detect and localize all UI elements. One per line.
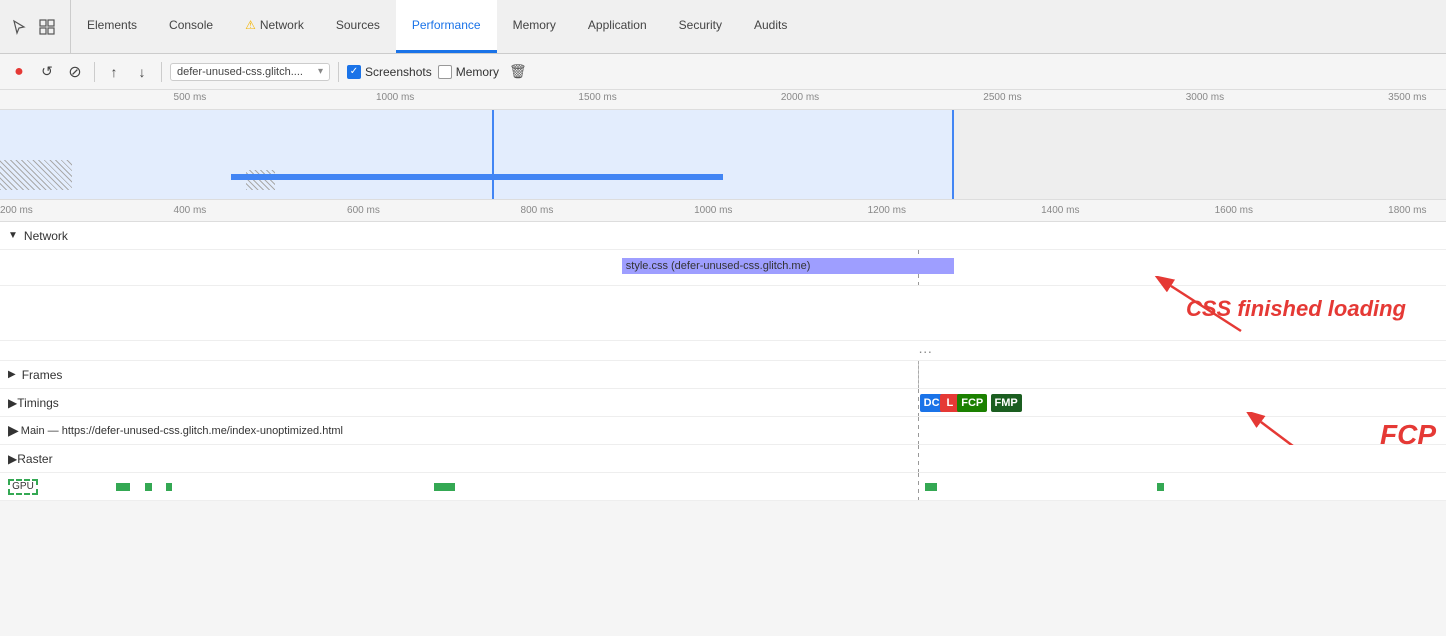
gpu-label-box: GPU: [8, 479, 38, 495]
cpu-activity-2: [246, 170, 275, 190]
tab-performance[interactable]: Performance: [396, 0, 497, 53]
gpu-bar-1: [116, 483, 130, 491]
timings-vline: [918, 389, 919, 416]
stop-button[interactable]: ⊘: [64, 61, 86, 83]
top-nav: Elements Console ⚠ Network Sources Perfo…: [0, 0, 1446, 54]
tab-elements[interactable]: Elements: [71, 0, 153, 53]
timings-row[interactable]: ▶ Timings DCL L FCP FMP: [0, 389, 1446, 417]
tab-application[interactable]: Application: [572, 0, 663, 53]
dropdown-chevron-icon: ▾: [318, 66, 323, 77]
main-row[interactable]: ▶ Main — https://defer-unused-css.glitch…: [0, 417, 1446, 445]
download-button[interactable]: ↓: [131, 61, 153, 83]
frames-triangle: ▶: [8, 369, 16, 380]
trash-button[interactable]: 🗑: [509, 63, 527, 80]
ellipsis-text: ···: [918, 343, 932, 359]
reload-button[interactable]: ↺: [36, 61, 58, 83]
screenshots-checkbox[interactable]: ✓: [347, 65, 361, 79]
screenshots-checkbox-label[interactable]: ✓ Screenshots: [347, 65, 432, 79]
timings-triangle: ▶: [8, 396, 17, 410]
toolbar: ● ↺ ⊘ ↑ ↓ defer-unused-css.glitch.... ▾ …: [0, 54, 1446, 90]
ruler-mark-3000: 3000 ms: [1186, 92, 1224, 103]
detail-ruler: 200 ms 400 ms 600 ms 800 ms 1000 ms 1200…: [0, 200, 1446, 222]
tab-console[interactable]: Console: [153, 0, 229, 53]
separator-2: [161, 62, 162, 82]
detail-mark-1800: 1800 ms: [1388, 205, 1426, 216]
css-bar[interactable]: style.css (defer-unused-css.glitch.me): [622, 258, 955, 274]
css-finished-loading-text: CSS finished loading: [1186, 296, 1406, 322]
network-section-header[interactable]: ▼ Network: [0, 222, 1446, 250]
gpu-bar-6: [1157, 483, 1164, 491]
ruler-mark-3500: 3500 ms: [1388, 92, 1426, 103]
detail-mark-1600: 1600 ms: [1215, 205, 1253, 216]
timeline-ruler-top: 500 ms 1000 ms 1500 ms 2000 ms 2500 ms 3…: [0, 90, 1446, 110]
main-vline: [918, 417, 919, 444]
ruler-mark-1000: 1000 ms: [376, 92, 414, 103]
detail-mark-1400: 1400 ms: [1041, 205, 1079, 216]
tab-memory[interactable]: Memory: [497, 0, 572, 53]
detail-mark-400: 400 ms: [174, 205, 207, 216]
tab-sources[interactable]: Sources: [320, 0, 396, 53]
memory-checkbox-label[interactable]: Memory: [438, 65, 499, 79]
detail-area: ▼ Network style.css (defer-unused-css.gl…: [0, 222, 1446, 501]
record-button[interactable]: ●: [8, 61, 30, 83]
raster-vline: [918, 445, 919, 472]
gpu-bar-5: [925, 483, 937, 491]
timeline-unselected: [954, 110, 1446, 200]
ruler-mark-2000: 2000 ms: [781, 92, 819, 103]
profile-dropdown[interactable]: defer-unused-css.glitch.... ▾: [170, 63, 330, 81]
tab-security[interactable]: Security: [663, 0, 738, 53]
nav-icons: [8, 0, 71, 53]
fmp-badge: FMP: [991, 394, 1022, 412]
gpu-bar-3: [166, 483, 172, 491]
detail-mark-1200: 1200 ms: [868, 205, 906, 216]
annotation-area: CSS finished loading: [0, 286, 1446, 341]
gpu-bar-2: [145, 483, 152, 491]
timeline-selection: [0, 110, 954, 200]
tab-network[interactable]: ⚠ Network: [229, 0, 320, 53]
separator-3: [338, 62, 339, 82]
inspect-icon[interactable]: [36, 16, 58, 38]
ruler-mark-500: 500 ms: [174, 92, 207, 103]
memory-checkbox[interactable]: [438, 65, 452, 79]
gpu-row[interactable]: GPU: [0, 473, 1446, 501]
separator-1: [94, 62, 95, 82]
fcp-badge: FCP: [957, 394, 987, 412]
tab-audits[interactable]: Audits: [738, 0, 803, 53]
main-play-icon: ▶: [8, 422, 19, 439]
gpu-bar-4: [434, 483, 456, 491]
cursor-icon[interactable]: [8, 16, 30, 38]
cpu-activity-1: [0, 160, 72, 190]
timeline-cursor: [492, 110, 494, 200]
upload-button[interactable]: ↑: [103, 61, 125, 83]
detail-mark-800: 800 ms: [521, 205, 554, 216]
timeline-overview: 500 ms 1000 ms 1500 ms 2000 ms 2500 ms 3…: [0, 90, 1446, 200]
raster-triangle: ▶: [8, 452, 17, 466]
minimap-network-bar: [231, 174, 723, 180]
ruler-mark-1500: 1500 ms: [578, 92, 616, 103]
detail-mark-200: 200 ms: [0, 205, 33, 216]
ruler-mark-2500: 2500 ms: [983, 92, 1021, 103]
ellipsis-row: ···: [0, 341, 1446, 361]
frames-vline-extra: [918, 361, 919, 388]
detail-mark-600: 600 ms: [347, 205, 380, 216]
timeline-minimap[interactable]: [0, 110, 1446, 200]
raster-row[interactable]: ▶ Raster: [0, 445, 1446, 473]
network-collapse-triangle: ▼: [8, 230, 18, 241]
frames-row[interactable]: ▶ Frames: [0, 361, 1446, 389]
warn-icon: ⚠: [245, 18, 256, 32]
detail-mark-1000: 1000 ms: [694, 205, 732, 216]
gpu-vline: [918, 473, 919, 500]
